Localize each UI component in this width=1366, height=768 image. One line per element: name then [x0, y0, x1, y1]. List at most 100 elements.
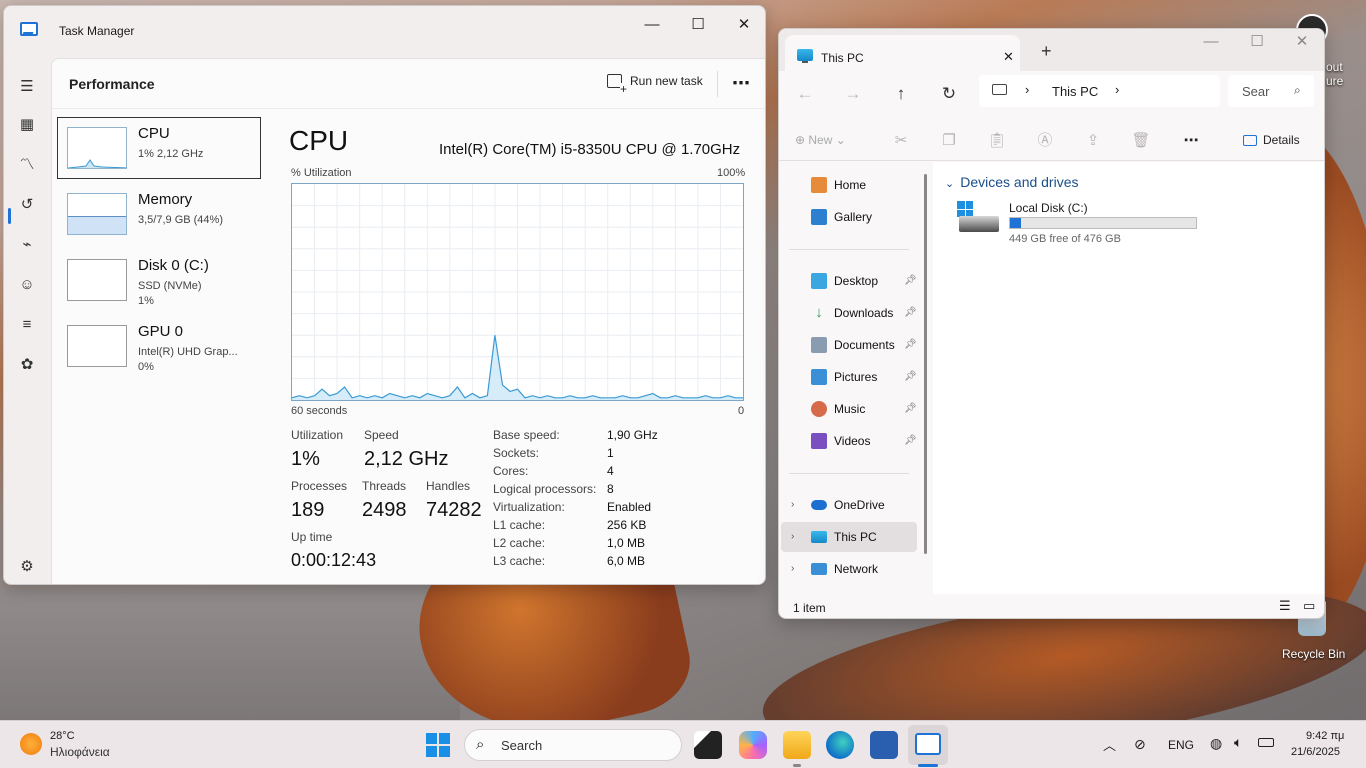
title-bar[interactable]: Task Manager — ☐ ✕ [4, 6, 765, 58]
nav-item-home[interactable]: Home [791, 170, 919, 200]
pin-icon[interactable]: 📌︎ [904, 362, 917, 392]
nav-item-desktop[interactable]: Desktop 📌︎ [791, 266, 919, 296]
address-bar[interactable]: › This PC › [979, 75, 1220, 107]
chevron-right-icon[interactable]: › [791, 554, 794, 584]
performance-icon[interactable]: 〽 [18, 156, 36, 174]
close-tab-icon[interactable]: ✕ [1003, 49, 1014, 65]
processes-icon[interactable]: ▦ [18, 116, 36, 134]
task-manager-taskbar-button[interactable] [908, 725, 948, 765]
section-header-devices[interactable]: ⌄ Devices and drives [945, 174, 1079, 190]
chevron-right-icon[interactable]: › [791, 490, 794, 520]
pin-icon[interactable]: 📌︎ [904, 394, 917, 424]
close-icon[interactable]: ✕ [1279, 29, 1324, 55]
breadcrumb[interactable]: This PC [1052, 84, 1098, 99]
tiles-view-icon[interactable]: ▭ [1303, 598, 1315, 614]
language-indicator[interactable]: ENG [1168, 738, 1194, 752]
hamburger-menu-icon[interactable]: ☰ [18, 78, 36, 96]
minimize-icon[interactable]: — [1188, 29, 1234, 55]
search-input[interactable]: Sear [1242, 84, 1269, 99]
chevron-right-icon[interactable]: › [1115, 82, 1119, 97]
paste-icon[interactable]: 📋︎ [985, 129, 1009, 153]
settings-gear-icon[interactable]: ⚙ [18, 558, 36, 576]
taskbar-search[interactable]: ⌕ Search [464, 729, 682, 761]
volume-icon[interactable]: 🔈︎ [1234, 734, 1242, 751]
divider [717, 71, 718, 97]
nav-item-this-pc[interactable]: › This PC [781, 522, 917, 552]
details-icon[interactable]: ≡ [18, 316, 36, 334]
perf-item-cpu[interactable]: CPU 1% 2,12 GHz [57, 117, 261, 179]
battery-icon[interactable] [1258, 738, 1274, 747]
search-box[interactable]: Sear ⌕ [1228, 75, 1314, 107]
spec-value: 4 [607, 464, 614, 478]
search-input[interactable]: Search [501, 738, 542, 753]
chevron-up-icon[interactable]: ︿ [1103, 735, 1116, 754]
run-new-task-button[interactable]: Run new task [607, 74, 703, 95]
new-tab-icon[interactable]: + [1041, 41, 1052, 62]
refresh-icon[interactable]: ↻ [936, 81, 962, 107]
nav-label: Documents [834, 338, 895, 352]
nav-item-documents[interactable]: Documents 📌︎ [791, 330, 919, 360]
running-indicator [793, 764, 801, 767]
globe-icon[interactable]: ◍ [1210, 735, 1222, 752]
weather-widget[interactable]: 28°C Ηλιοφάνεια [20, 729, 140, 761]
windows-logo-icon [957, 201, 973, 217]
edge-browser-icon[interactable] [826, 731, 854, 759]
clock-date[interactable]: 21/6/2025 [1291, 746, 1340, 758]
share-icon[interactable]: ⇪ [1081, 129, 1105, 153]
forward-arrow-icon[interactable]: → [840, 81, 866, 107]
drive-item-c[interactable]: Local Disk (C:) 449 GB free of 476 GB [955, 198, 1205, 248]
more-options-icon[interactable]: ⋯ [732, 73, 751, 94]
tab-bar[interactable]: This PC ✕ + — ☐ ✕ [779, 29, 1324, 71]
cpu-thumbnail [67, 127, 127, 169]
pin-icon[interactable]: 📌︎ [904, 426, 917, 456]
pin-icon[interactable]: 📌︎ [904, 298, 917, 328]
startup-apps-icon[interactable]: ⌁ [18, 236, 36, 254]
perf-item-disk[interactable]: Disk 0 (C:) SSD (NVMe) 1% [57, 249, 261, 311]
clock-time[interactable]: 9:42 πμ [1306, 730, 1344, 742]
nav-item-videos[interactable]: Videos 📌︎ [791, 426, 919, 456]
network-disconnected-icon[interactable]: ⊘ [1134, 736, 1146, 753]
perf-item-memory[interactable]: Memory 3,5/7,9 GB (44%) [57, 183, 261, 245]
more-options-icon[interactable]: ⋯ [1179, 129, 1203, 153]
recycle-bin-label[interactable]: Recycle Bin [1282, 647, 1345, 661]
nav-item-pictures[interactable]: Pictures 📌︎ [791, 362, 919, 392]
chevron-right-icon[interactable]: › [1025, 82, 1029, 97]
pin-icon[interactable]: 📌︎ [904, 330, 917, 360]
nav-item-music[interactable]: Music 📌︎ [791, 394, 919, 424]
cut-icon[interactable]: ✂ [889, 129, 913, 153]
file-explorer-icon[interactable] [783, 731, 811, 759]
store-icon[interactable] [870, 731, 898, 759]
threads-label: Threads [362, 479, 407, 493]
spec-value: 1,0 MB [607, 536, 646, 550]
new-button[interactable]: ⊕ New ⌄ [795, 133, 846, 147]
nav-pane-scrollbar[interactable] [924, 174, 927, 554]
chevron-right-icon[interactable]: › [791, 522, 794, 552]
perf-item-gpu[interactable]: GPU 0 Intel(R) UHD Grap... 0% [57, 315, 261, 377]
up-arrow-icon[interactable]: ↑ [888, 81, 914, 107]
copy-icon[interactable]: ❐ [937, 129, 961, 153]
weather-condition: Ηλιοφάνεια [50, 745, 110, 759]
services-icon[interactable]: ✿ [18, 356, 36, 374]
nav-item-network[interactable]: › Network [791, 554, 919, 584]
chevron-down-icon[interactable]: ⌄ [945, 178, 954, 190]
app-history-icon[interactable]: ↺ [18, 196, 36, 214]
minimize-icon[interactable]: — [629, 12, 675, 38]
task-view-icon[interactable] [694, 731, 722, 759]
start-windows-icon[interactable] [426, 733, 450, 757]
details-button[interactable]: Details [1243, 133, 1300, 147]
back-arrow-icon[interactable]: ← [792, 81, 818, 107]
list-view-icon[interactable]: ☰ [1279, 598, 1291, 614]
rename-icon[interactable]: Ⓐ [1033, 129, 1057, 153]
pin-icon[interactable]: 📌︎ [904, 266, 917, 296]
users-icon[interactable]: ☺ [18, 276, 36, 294]
maximize-icon[interactable]: ☐ [1234, 29, 1280, 55]
delete-icon[interactable]: 🗑︎ [1129, 129, 1153, 153]
nav-item-onedrive[interactable]: › OneDrive [791, 490, 919, 520]
task-manager-logo-icon [20, 22, 38, 36]
close-icon[interactable]: ✕ [721, 12, 765, 38]
nav-item-gallery[interactable]: Gallery [791, 202, 919, 232]
copilot-icon[interactable] [739, 731, 767, 759]
nav-item-downloads[interactable]: ↓ Downloads 📌︎ [791, 298, 919, 328]
tab-this-pc[interactable]: This PC ✕ [785, 35, 1020, 71]
maximize-icon[interactable]: ☐ [675, 12, 721, 38]
